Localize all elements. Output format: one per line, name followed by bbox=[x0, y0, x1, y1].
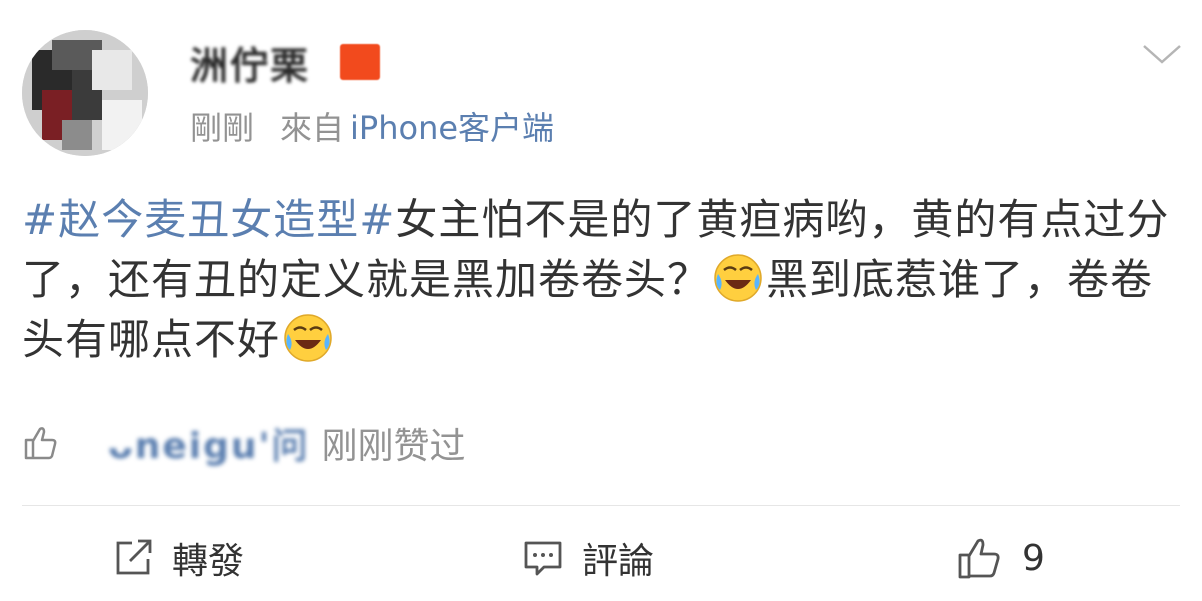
repost-button[interactable]: 轉發 bbox=[112, 520, 244, 596]
liked-row: ᴗneigu'问 刚刚赞过 bbox=[22, 418, 466, 468]
divider bbox=[22, 505, 1180, 506]
laugh-cry-emoji-icon bbox=[284, 314, 332, 362]
like-button[interactable]: 9 bbox=[956, 520, 1045, 596]
action-bar: 轉發 評論 9 bbox=[0, 520, 1202, 596]
like-count: 9 bbox=[1022, 537, 1045, 579]
topic-link[interactable]: #赵今麦丑女造型# bbox=[22, 195, 395, 244]
thumbs-up-icon bbox=[958, 538, 1000, 579]
liked-text: 刚刚赞过 bbox=[321, 426, 466, 467]
post-time: 剛剛 bbox=[190, 109, 255, 147]
from-label: 來自 bbox=[280, 109, 345, 147]
liker-name[interactable]: ᴗneigu'问 bbox=[108, 417, 310, 469]
laugh-cry-emoji-icon bbox=[714, 254, 762, 302]
comment-icon bbox=[524, 541, 562, 576]
chevron-down-icon[interactable] bbox=[1142, 42, 1182, 66]
author-name[interactable]: 洲佇栗 bbox=[190, 36, 310, 88]
repost-icon bbox=[116, 539, 152, 575]
avatar[interactable] bbox=[22, 30, 148, 156]
post-meta: 剛剛 來自 iPhone客户端 bbox=[190, 104, 554, 148]
thumbs-up-icon bbox=[24, 427, 57, 460]
comment-label: 評論 bbox=[582, 541, 655, 582]
comment-button[interactable]: 評論 bbox=[522, 520, 654, 596]
repost-label: 轉發 bbox=[172, 541, 245, 582]
vip-badge-icon bbox=[340, 44, 380, 80]
post-source-link[interactable]: iPhone客户端 bbox=[350, 103, 554, 149]
post-text: #赵今麦丑女造型#女主怕不是的了黄疸病哟，黄的有点过分了，还有丑的定义就是黑加卷… bbox=[22, 190, 1182, 370]
